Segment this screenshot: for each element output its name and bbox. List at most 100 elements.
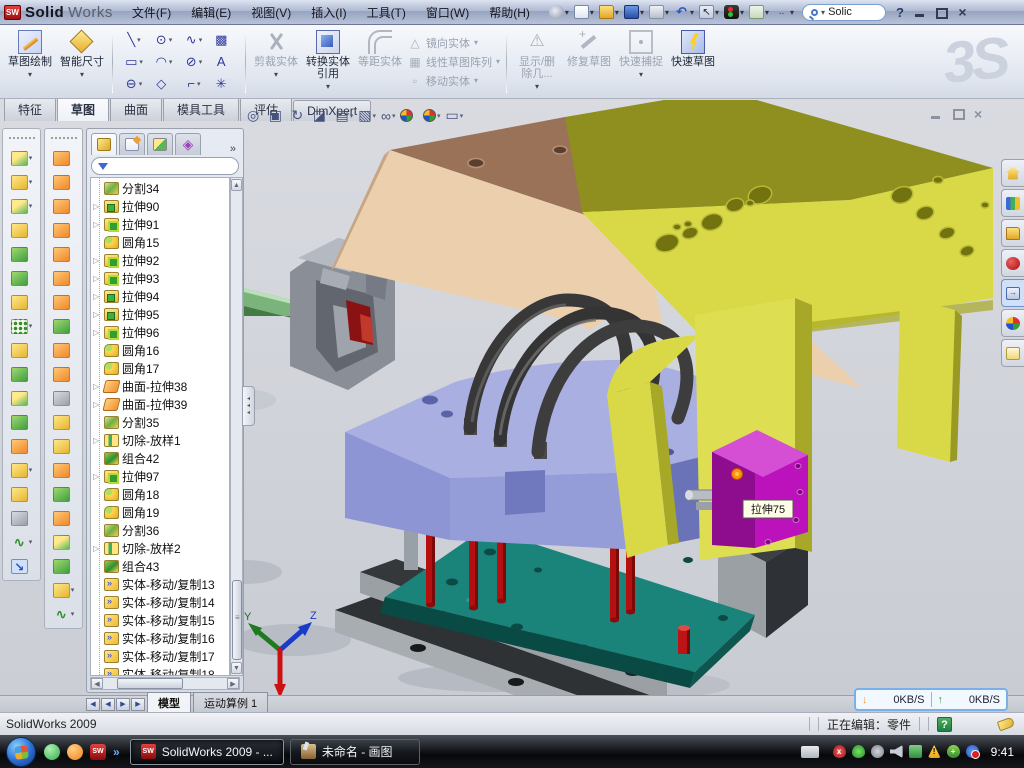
tree-item[interactable]: ▷ 拉伸95 bbox=[91, 305, 229, 323]
tree-item[interactable]: ▷ 拉伸94 bbox=[91, 287, 229, 305]
quick-tool[interactable]: ↖ ▾ bbox=[697, 4, 721, 20]
dropdown-caret-icon[interactable]: ▾ bbox=[640, 8, 644, 17]
menu-item[interactable]: 帮助(H) bbox=[480, 1, 539, 24]
quick-tool[interactable]: ▾ bbox=[572, 4, 596, 20]
quick-tool[interactable]: ↶ ▾ bbox=[672, 4, 696, 20]
tree-horizontal-scrollbar[interactable]: ◀ ▶ bbox=[90, 677, 240, 690]
dropdown-caret-icon[interactable]: ▾ bbox=[790, 8, 794, 17]
tree-filter-input[interactable] bbox=[91, 157, 239, 175]
dropdown-caret-icon[interactable]: ▾ bbox=[590, 8, 594, 17]
taskbar-task-button[interactable]: 未命名 - 画图 bbox=[290, 739, 420, 765]
tree-item[interactable]: ▷ 拉伸97 bbox=[91, 467, 229, 485]
scroll-left-icon[interactable]: ◀ bbox=[91, 678, 103, 689]
quick-tool[interactable]: ▾ bbox=[647, 4, 671, 20]
expand-arrow-icon[interactable]: ▷ bbox=[93, 292, 101, 301]
quick-tool[interactable]: ▾ bbox=[597, 4, 621, 20]
tree-item[interactable]: ▷ 实体-移动/复制18 bbox=[91, 665, 229, 676]
document-tab[interactable]: 运动算例 1 bbox=[193, 692, 268, 712]
scroll-up-icon[interactable]: ▲ bbox=[231, 179, 242, 191]
dropdown-caret-icon[interactable]: ▾ bbox=[565, 8, 569, 17]
menu-item[interactable]: 文件(F) bbox=[123, 1, 180, 24]
sketch-entity-button[interactable]: ✳▾ bbox=[209, 73, 239, 95]
hide-show-items-icon[interactable]: ∞ bbox=[381, 108, 396, 124]
menu-item[interactable]: 插入(I) bbox=[302, 1, 355, 24]
tree-item[interactable]: ▷ 拉伸92 bbox=[91, 251, 229, 269]
menu-item[interactable]: 编辑(E) bbox=[182, 1, 240, 24]
graphics-area[interactable]: 拉伸75 Y Z X bbox=[238, 100, 1024, 695]
appearances-icon[interactable] bbox=[400, 109, 418, 122]
prev-page-button[interactable]: ◀ bbox=[101, 698, 115, 711]
taskbar-task-button[interactable]: SW SolidWorks 2009 - ... bbox=[130, 739, 284, 765]
tree-item[interactable]: ▷ 分割34 bbox=[91, 179, 229, 197]
scroll-thumb[interactable] bbox=[117, 678, 183, 689]
display-style-icon[interactable]: ▧ bbox=[358, 107, 376, 124]
sketch-entity-button[interactable]: ╲▾ bbox=[119, 29, 149, 51]
messenger-status-icon[interactable] bbox=[966, 745, 979, 758]
tree-item[interactable]: ▷ 拉伸91 bbox=[91, 215, 229, 233]
sketch-entity-button[interactable]: ▭▾ bbox=[119, 51, 149, 73]
defender-icon[interactable]: + bbox=[947, 745, 960, 758]
sync-icon[interactable] bbox=[909, 745, 922, 758]
help-button[interactable]: ? bbox=[896, 5, 904, 20]
quick-tool[interactable]: .. ▾ bbox=[772, 4, 796, 20]
expand-arrow-icon[interactable]: ▷ bbox=[93, 310, 101, 319]
expand-arrow-icon[interactable]: ▷ bbox=[93, 274, 101, 283]
toolbox-tab[interactable] bbox=[1001, 249, 1024, 277]
appearances-tab[interactable] bbox=[1001, 309, 1024, 337]
tree-item[interactable]: ▷ 实体-移动/复制13 bbox=[91, 575, 229, 593]
antivirus-icon[interactable] bbox=[852, 745, 865, 758]
sketch-entity-button[interactable]: ◠▾ bbox=[149, 51, 179, 73]
tree-item[interactable]: ▷ 拉伸90 bbox=[91, 197, 229, 215]
dropdown-caret-icon[interactable]: ▾ bbox=[28, 69, 32, 81]
messenger-quick-icon[interactable] bbox=[44, 744, 60, 760]
pattern-tool-button[interactable]: △ 镜向实体 ▾ bbox=[408, 35, 500, 51]
tag-icon[interactable] bbox=[997, 717, 1015, 732]
security-alert-icon[interactable]: x bbox=[833, 745, 846, 758]
close-button[interactable]: × bbox=[956, 7, 969, 18]
update-icon[interactable] bbox=[871, 745, 884, 758]
search-input[interactable]: Solic bbox=[828, 6, 852, 18]
expand-arrow-icon[interactable]: ▷ bbox=[93, 202, 101, 211]
sketch-entity-button[interactable]: ◇▾ bbox=[149, 73, 179, 95]
custom-properties-tab[interactable] bbox=[1001, 339, 1024, 367]
sketch-button[interactable]: 草图绘制 ▾ bbox=[4, 27, 56, 96]
tree-item[interactable]: ▷ 分割36 bbox=[91, 521, 229, 539]
tabs-overflow-button[interactable]: » bbox=[227, 143, 239, 155]
volume-icon[interactable] bbox=[890, 745, 903, 758]
resources-tab[interactable] bbox=[1001, 189, 1024, 217]
quick-snaps-button[interactable]: 快速捕捉 ▾ bbox=[615, 27, 667, 96]
quick-tool[interactable]: ▾ bbox=[747, 4, 771, 20]
quick-tool[interactable]: ▾ bbox=[722, 4, 746, 20]
section-view-icon[interactable]: ◪ bbox=[313, 107, 331, 124]
tree-item[interactable]: ▷ 圆角18 bbox=[91, 485, 229, 503]
render-icon[interactable] bbox=[423, 109, 441, 122]
tree-item[interactable]: ▷ 组合42 bbox=[91, 449, 229, 467]
dropdown-caret-icon[interactable]: ▾ bbox=[740, 8, 744, 17]
configurationmanager-tab[interactable] bbox=[147, 133, 173, 155]
start-button[interactable] bbox=[6, 737, 36, 767]
doc-restore-button[interactable] bbox=[952, 109, 964, 119]
dropdown-caret-icon[interactable]: ▾ bbox=[615, 8, 619, 17]
expand-arrow-icon[interactable]: ▷ bbox=[93, 400, 101, 409]
restore-button[interactable] bbox=[935, 7, 948, 18]
sketch-entity-button[interactable]: ⌐▾ bbox=[179, 73, 209, 95]
scroll-thumb[interactable] bbox=[232, 580, 242, 660]
sketch-entity-button[interactable]: ⊘▾ bbox=[179, 51, 209, 73]
tree-item[interactable]: ▷ 拉伸93 bbox=[91, 269, 229, 287]
tree-item[interactable]: ▷ 组合43 bbox=[91, 557, 229, 575]
expand-arrow-icon[interactable]: ▷ bbox=[93, 544, 101, 553]
tree-item[interactable]: ▷ 实体-移动/复制14 bbox=[91, 593, 229, 611]
search-caret-icon[interactable]: ▾ bbox=[821, 8, 825, 17]
sketch-entity-button[interactable]: ⊖▾ bbox=[119, 73, 149, 95]
tree-item[interactable]: ▷ 圆角17 bbox=[91, 359, 229, 377]
rapid-sketch-button[interactable]: 快速草图 bbox=[667, 27, 719, 96]
dropdown-caret-icon[interactable]: ▾ bbox=[715, 8, 719, 17]
expand-arrow-icon[interactable]: ▷ bbox=[93, 256, 101, 265]
trim-entities-button[interactable]: 剪裁实体 ▾ bbox=[250, 27, 302, 96]
tree-item[interactable]: ▷ 分割35 bbox=[91, 413, 229, 431]
expand-arrow-icon[interactable]: ▷ bbox=[93, 328, 101, 337]
dropdown-caret-icon[interactable]: ▾ bbox=[80, 69, 84, 81]
scene-icon[interactable]: ▭ bbox=[446, 107, 464, 124]
repair-sketch-button[interactable]: 修复草图 bbox=[563, 27, 615, 96]
expand-arrow-icon[interactable]: ▷ bbox=[93, 382, 101, 391]
